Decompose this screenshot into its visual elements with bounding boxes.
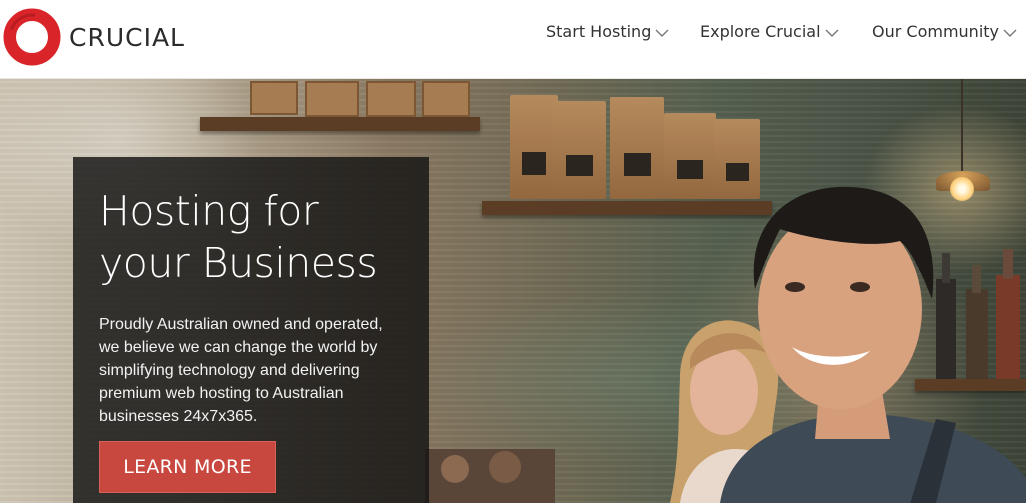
chevron-down-icon — [655, 29, 669, 37]
hero-title-line: Hosting for — [99, 187, 319, 235]
box — [366, 81, 416, 117]
nav-label: Start Hosting — [546, 22, 652, 41]
chevron-down-icon — [1003, 29, 1017, 37]
coffee-bag — [510, 95, 558, 199]
nav-explore-crucial[interactable]: Explore Crucial — [700, 22, 839, 41]
hero-banner: Hosting for your Business Proudly Austra… — [0, 79, 1026, 503]
man-photo — [720, 186, 1026, 503]
box — [250, 81, 298, 115]
hero-panel: Hosting for your Business Proudly Austra… — [73, 157, 429, 503]
hero-title: Hosting for your Business — [99, 185, 419, 289]
coffee-machine — [425, 449, 555, 503]
brand-name: CRUCIAL — [69, 22, 185, 52]
hero-title-line: your Business — [99, 239, 378, 287]
nav-start-hosting[interactable]: Start Hosting — [546, 22, 669, 41]
hero-description: Proudly Australian owned and operated, w… — [99, 316, 383, 425]
nav-label: Explore Crucial — [700, 22, 821, 41]
lamp-cord — [961, 79, 963, 171]
box — [305, 81, 359, 117]
chevron-down-icon — [825, 29, 839, 37]
coffee-bag — [552, 101, 606, 199]
red-ring-logo-icon — [3, 8, 61, 66]
learn-more-button[interactable]: LEARN MORE — [99, 441, 276, 493]
nav-our-community[interactable]: Our Community — [872, 22, 1017, 41]
nav-label: Our Community — [872, 22, 999, 41]
shelf — [200, 117, 480, 131]
site-header: CRUCIAL Start Hosting Explore Crucial Ou… — [0, 0, 1026, 79]
brand-logo[interactable]: CRUCIAL — [3, 8, 185, 66]
box — [422, 81, 470, 117]
coffee-bag — [610, 97, 664, 199]
